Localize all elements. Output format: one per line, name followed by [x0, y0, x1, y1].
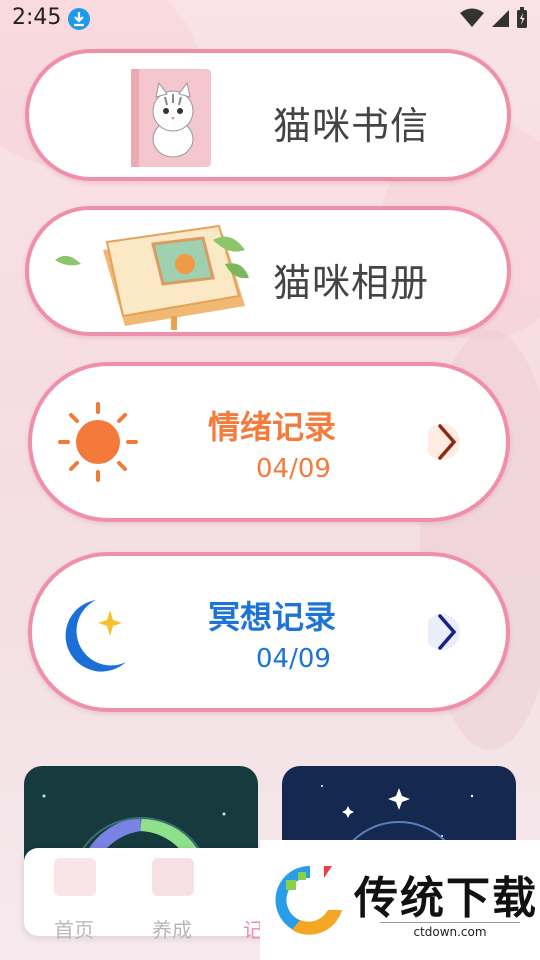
emotion-chevron-right-icon[interactable] [424, 420, 468, 464]
cat-album-card[interactable]: 猫咪相册 [25, 206, 511, 336]
emotion-record-title: 情绪记录 [208, 408, 337, 446]
emotion-record-card[interactable]: 情绪记录 04/09 [28, 362, 510, 522]
watermark-brand: 传统下载 [354, 873, 538, 924]
emotion-record-date: 04/09 [256, 454, 331, 484]
sun-icon [58, 402, 138, 482]
watermark-logo-icon [272, 862, 348, 938]
wifi-icon [460, 8, 484, 27]
status-time: 2:45 [12, 5, 62, 30]
signal-icon [492, 10, 509, 27]
watermark-site: ctdown.com [380, 922, 520, 939]
nav-label-nurture: 养成 [152, 918, 192, 942]
watermark: 传统下载 ctdown.com [260, 840, 540, 960]
meditation-record-title: 冥想记录 [208, 598, 337, 636]
moon-icon [60, 592, 140, 674]
cat-album-title: 猫咪相册 [273, 261, 430, 305]
cat-letter-book-image [131, 67, 213, 169]
meditation-record-date: 04/09 [256, 644, 331, 674]
cat-album-book-image [53, 220, 253, 330]
status-bar: 2:45 [0, 0, 540, 38]
status-icons [460, 7, 528, 29]
nurture-icon [152, 858, 194, 896]
home-icon [54, 858, 96, 896]
nav-label-home: 首页 [54, 918, 94, 942]
download-icon [68, 8, 90, 30]
cat-letters-card[interactable]: 猫咪书信 [25, 49, 511, 181]
meditation-record-card[interactable]: 冥想记录 04/09 [28, 552, 510, 712]
battery-icon [517, 7, 527, 28]
cat-letters-title: 猫咪书信 [273, 104, 430, 148]
meditation-chevron-right-icon[interactable] [424, 610, 468, 654]
